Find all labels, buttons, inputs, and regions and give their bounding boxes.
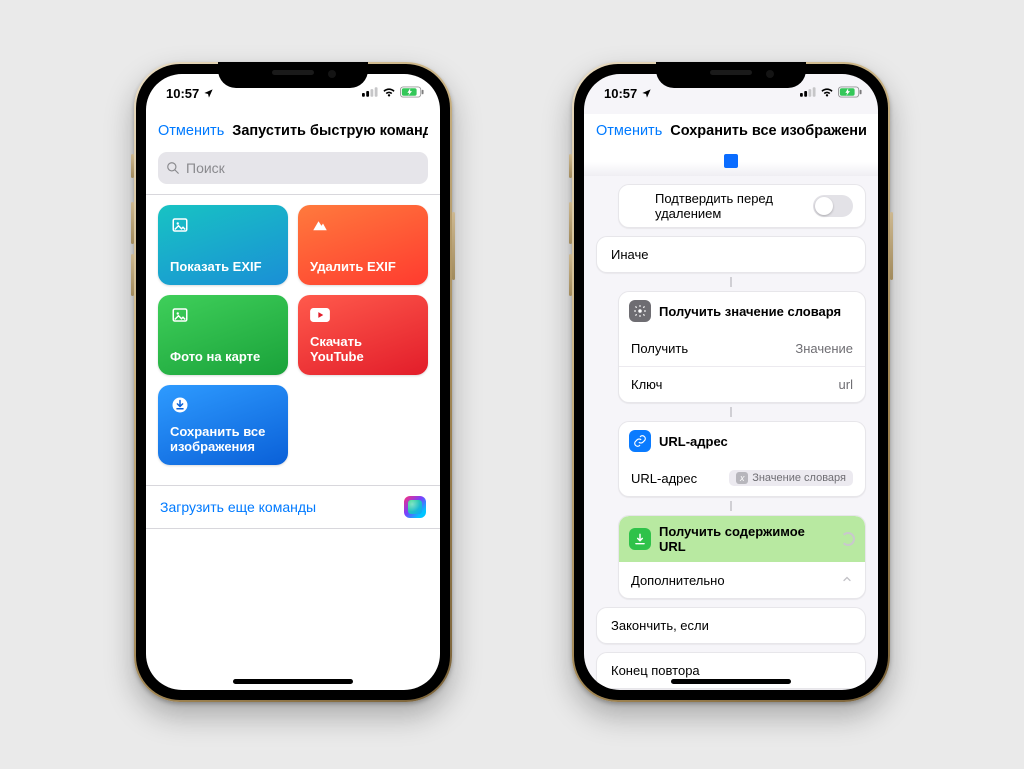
silence-switch[interactable] — [569, 154, 572, 178]
action-confirm-delete: Подтвердить перед удалением — [618, 184, 866, 228]
cellular-icon — [800, 87, 816, 97]
battery-icon — [400, 86, 424, 98]
notch — [656, 62, 806, 88]
location-icon — [203, 88, 214, 99]
connector — [730, 407, 732, 417]
action-header: Получить содержимое URL — [659, 524, 833, 554]
download-icon — [170, 395, 190, 415]
connector — [730, 277, 732, 287]
screen-left: 10:57 Отме — [146, 74, 440, 690]
shortcut-name: Сохранить все изображения — [170, 424, 276, 455]
else-block[interactable]: Иначе — [596, 236, 866, 273]
connector — [730, 501, 732, 511]
shortcut-name: Удалить EXIF — [310, 259, 416, 275]
param-label: Ключ — [631, 377, 839, 392]
running-indicator — [584, 148, 878, 176]
volume-up-button[interactable] — [131, 202, 134, 244]
action-header: URL-адрес — [659, 434, 728, 449]
action-url[interactable]: URL-адрес URL-адрес x Значение словаря — [618, 421, 866, 497]
search-input[interactable]: Поиск — [158, 152, 428, 184]
load-more-row[interactable]: Загрузить еще команды — [146, 485, 440, 529]
notch — [218, 62, 368, 88]
nav-bar: Отменить Запустить быструю команду — [146, 114, 440, 148]
load-more-label: Загрузить еще команды — [160, 499, 316, 515]
shortcut-tile[interactable]: Удалить EXIF — [298, 205, 428, 285]
endif-block[interactable]: Закончить, если — [596, 607, 866, 644]
location-icon — [641, 88, 652, 99]
image-icon — [170, 215, 190, 235]
volume-down-button[interactable] — [131, 254, 134, 296]
variable-chip[interactable]: x Значение словаря — [729, 470, 853, 486]
actions-scroll[interactable]: Подтвердить перед удалением Иначе Получи… — [584, 184, 878, 690]
shortcut-name: Скачать YouTube — [310, 334, 416, 365]
shortcut-tile[interactable]: Сохранить все изображения — [158, 385, 288, 465]
page-title: Запустить быструю команду — [232, 123, 428, 139]
shortcut-name: Показать EXIF — [170, 259, 276, 275]
download-icon — [629, 528, 651, 550]
home-indicator[interactable] — [671, 679, 791, 684]
shortcut-tile[interactable]: Показать EXIF — [158, 205, 288, 285]
mountain-icon — [310, 215, 330, 235]
phone-left: 10:57 Отме — [134, 62, 452, 702]
search-icon — [166, 161, 180, 175]
confirm-toggle[interactable] — [813, 195, 853, 217]
wifi-icon — [820, 87, 834, 97]
silence-switch[interactable] — [131, 154, 134, 178]
volume-up-button[interactable] — [569, 202, 572, 244]
cancel-button[interactable]: Отменить — [596, 123, 662, 139]
param-label: Дополнительно — [631, 573, 841, 588]
variable-icon: x — [736, 472, 748, 484]
shortcut-name: Фото на карте — [170, 349, 276, 365]
cancel-button[interactable]: Отменить — [158, 123, 224, 139]
spinner-icon — [841, 532, 855, 546]
power-button[interactable] — [452, 212, 455, 280]
page-title: Сохранить все изображения — [670, 123, 866, 139]
stop-button[interactable] — [724, 154, 738, 168]
shortcut-tile[interactable]: Фото на карте — [158, 295, 288, 375]
phone-right: 10:57 Отме — [572, 62, 890, 702]
cellular-icon — [362, 87, 378, 97]
status-time: 10:57 — [604, 86, 637, 101]
screen-right: 10:57 Отме — [584, 74, 878, 690]
home-indicator[interactable] — [233, 679, 353, 684]
shortcut-grid: Показать EXIF Удалить EXIF Фото на карте — [146, 205, 440, 465]
power-button[interactable] — [890, 212, 893, 280]
endif-label: Закончить, если — [611, 618, 709, 633]
else-label: Иначе — [611, 247, 648, 262]
divider — [146, 194, 440, 195]
confirm-label: Подтвердить перед удалением — [655, 191, 813, 221]
shortcuts-app-icon — [404, 496, 426, 518]
nav-bar: Отменить Сохранить все изображения — [584, 114, 878, 148]
action-get-url-contents[interactable]: Получить содержимое URL Дополнительно — [618, 515, 866, 599]
image-icon — [170, 305, 190, 325]
param-value[interactable]: Значение — [795, 341, 853, 356]
action-get-dictionary-value[interactable]: Получить значение словаря Получить Значе… — [618, 291, 866, 403]
action-header: Получить значение словаря — [659, 304, 841, 319]
param-value[interactable]: url — [839, 377, 853, 392]
endrepeat-label: Конец повтора — [611, 663, 700, 678]
param-label: Получить — [631, 341, 795, 356]
battery-icon — [838, 86, 862, 98]
volume-down-button[interactable] — [569, 254, 572, 296]
link-icon — [629, 430, 651, 452]
wifi-icon — [382, 87, 396, 97]
chip-label: Значение словаря — [752, 472, 846, 484]
gear-icon — [629, 300, 651, 322]
search-placeholder: Поиск — [186, 160, 225, 176]
chevron-up-icon[interactable] — [841, 573, 853, 588]
param-label: URL-адрес — [631, 471, 729, 486]
status-time: 10:57 — [166, 86, 199, 101]
youtube-icon — [310, 305, 330, 325]
shortcut-tile[interactable]: Скачать YouTube — [298, 295, 428, 375]
